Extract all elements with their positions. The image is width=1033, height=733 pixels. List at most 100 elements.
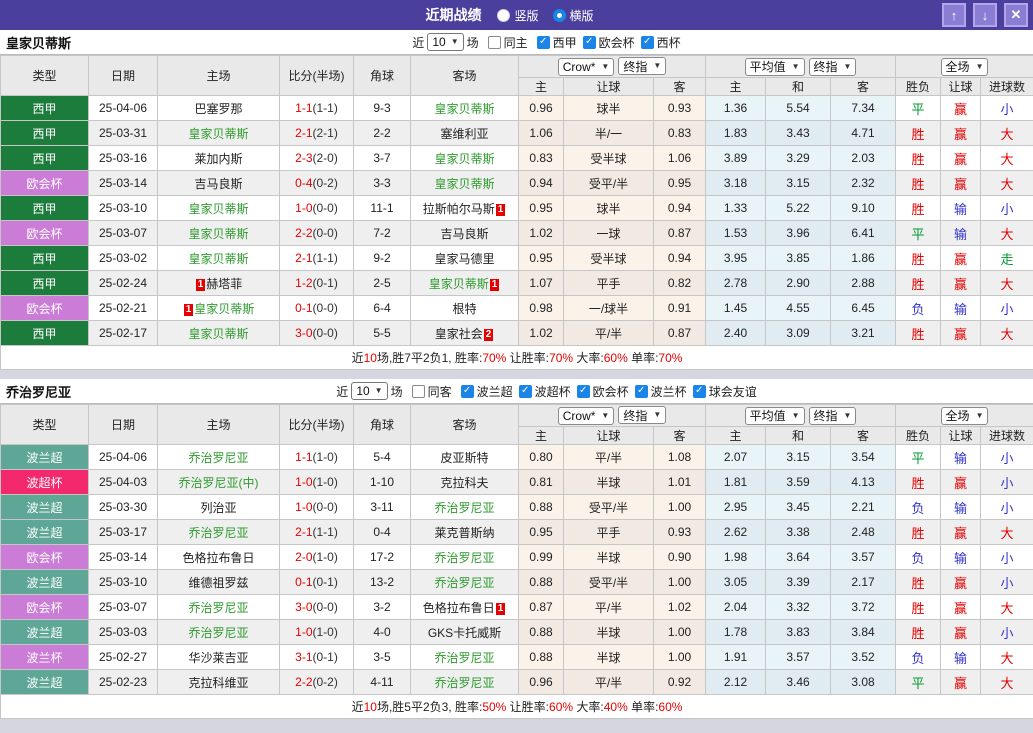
away-team: 莱克普斯纳 xyxy=(410,519,519,545)
league-badge: 西甲 xyxy=(0,145,89,171)
result-handicap: 赢 xyxy=(940,519,982,545)
red-card-badge: 1 xyxy=(495,602,506,615)
layout-radio-horizontal[interactable]: 横版 xyxy=(552,7,594,24)
col-score: 比分(半场) xyxy=(279,55,354,96)
col-odds-home: 主 xyxy=(518,77,564,96)
red-card-badge: 1 xyxy=(183,303,194,316)
red-card-badge: 1 xyxy=(495,203,506,216)
corner-count: 0-4 xyxy=(353,519,411,545)
team-label: 赫塔菲 xyxy=(206,276,243,291)
team-header-row: 皇家贝蒂斯 近 10 ▼ 场 同主 ✓ 西甲 ✓ 欧会杯 ✓ 西杯 xyxy=(0,30,1033,55)
corner-count: 3-2 xyxy=(353,594,411,620)
avg-draw: 3.29 xyxy=(765,145,831,171)
halftime-score: (0-2) xyxy=(312,176,338,190)
league-badge: 西甲 xyxy=(0,195,89,221)
league-filter-checkbox[interactable]: ✓ 波超杯 xyxy=(518,383,571,400)
team-label: 乔治罗尼亚(中) xyxy=(178,475,259,490)
match-count-select[interactable]: 10 ▼ xyxy=(427,33,464,51)
same-venue-checkbox[interactable]: 同主 xyxy=(487,34,528,51)
corner-count: 2-5 xyxy=(353,270,411,296)
avg-draw: 3.45 xyxy=(765,494,831,520)
layout-radio-vertical[interactable]: 竖版 xyxy=(497,7,539,24)
match-score: 0-4(0-2) xyxy=(279,170,354,196)
league-filter-checkbox[interactable]: ✓ 球会友谊 xyxy=(692,383,757,400)
avg-home: 2.62 xyxy=(705,519,766,545)
avg-away: 6.41 xyxy=(829,220,897,246)
odds-source-select[interactable]: Crow* ▼ xyxy=(557,57,615,76)
col-goals-result: 进球数 xyxy=(980,426,1033,445)
result-goals: 大 xyxy=(980,644,1033,670)
avg-source-select[interactable]: 平均值 ▼ xyxy=(744,406,805,425)
scope-select[interactable]: 全场 ▼ xyxy=(940,406,989,425)
result-handicap: 赢 xyxy=(940,594,982,620)
odds-period-select[interactable]: 终指 ▼ xyxy=(618,406,667,425)
team-label: 莱克普斯纳 xyxy=(434,525,495,540)
avg-home: 2.40 xyxy=(705,320,766,346)
move-down-button[interactable]: ↓ xyxy=(973,3,997,27)
away-team: 皮亚斯特 xyxy=(410,444,519,470)
match-date: 25-03-07 xyxy=(88,594,158,620)
match-score: 3-0(0-0) xyxy=(279,594,354,620)
filter-bar: 近 10 ▼ 场 同客 ✓ 波兰超 ✓ 波超杯 ✓ 欧会杯 ✓ 波兰杯 ✓ 球会友谊 xyxy=(336,382,757,400)
fulltime-score: 3-1 xyxy=(295,650,313,664)
league-filter-checkbox[interactable]: ✓ 波兰超 xyxy=(460,383,513,400)
result-outcome: 胜 xyxy=(895,145,942,171)
odds-away: 0.94 xyxy=(653,245,706,271)
league-filter-checkbox[interactable]: ✓ 欧会杯 xyxy=(582,34,635,51)
summary-text: 大率: xyxy=(573,351,604,365)
team-label: 克拉科夫 xyxy=(440,475,489,490)
corner-count: 3-5 xyxy=(353,644,411,670)
home-team: 1 皇家贝蒂斯 xyxy=(157,295,280,321)
match-date: 25-03-16 xyxy=(88,145,158,171)
match-date: 25-03-14 xyxy=(88,544,158,570)
handicap-line: 半球 xyxy=(563,469,654,495)
same-venue-checkbox[interactable]: 同客 xyxy=(411,383,452,400)
handicap-line: 一球 xyxy=(563,220,654,246)
avg-home: 1.81 xyxy=(705,469,766,495)
odds-period-value: 终指 xyxy=(623,59,648,74)
col-home: 主场 xyxy=(157,404,280,445)
up-arrow-icon: ↑ xyxy=(950,7,958,23)
league-filter-checkbox[interactable]: ✓ 西杯 xyxy=(640,34,681,51)
avg-source-select[interactable]: 平均值 ▼ xyxy=(744,57,805,76)
result-handicap: 赢 xyxy=(940,120,982,146)
avg-away: 3.72 xyxy=(829,594,897,620)
league-filter-checkbox[interactable]: ✓ 西甲 xyxy=(536,34,577,51)
match-row: 西甲 25-02-17 皇家贝蒂斯 3-0(0-0) 5-5 皇家社会 2 1.02 平/半 0.… xyxy=(0,320,1033,346)
home-team: 乔治罗尼亚 xyxy=(157,594,280,620)
avg-period-select[interactable]: 终指 ▼ xyxy=(808,406,857,425)
league-filter-checkbox[interactable]: ✓ 波兰杯 xyxy=(634,383,687,400)
result-handicap: 输 xyxy=(940,444,982,470)
team-section-home: 皇家贝蒂斯 近 10 ▼ 场 同主 ✓ 西甲 ✓ 欧会杯 ✓ 西杯 类型 日期 主场 xyxy=(0,30,1033,370)
away-team: 皇家贝蒂斯 xyxy=(410,170,519,196)
summary-text: 60% xyxy=(603,351,628,365)
avg-home: 2.78 xyxy=(705,270,766,296)
handicap-line: 受半球 xyxy=(563,245,654,271)
match-row: 波兰超 25-03-10 维德祖罗兹 0-1(0-1) 13-2 乔治罗尼亚 0.88 受平/… xyxy=(0,569,1033,595)
match-date: 25-02-24 xyxy=(88,270,158,296)
result-outcome: 胜 xyxy=(895,619,942,645)
avg-period-select[interactable]: 终指 ▼ xyxy=(808,57,857,76)
corner-count: 2-2 xyxy=(353,120,411,146)
league-filter-checkbox[interactable]: ✓ 欧会杯 xyxy=(576,383,629,400)
result-goals: 小 xyxy=(980,469,1033,495)
odds-away: 0.82 xyxy=(653,270,706,296)
move-up-button[interactable]: ↑ xyxy=(942,3,966,27)
scope-select[interactable]: 全场 ▼ xyxy=(940,57,989,76)
league-filter-label: 波超杯 xyxy=(534,384,571,399)
close-button[interactable]: ✕ xyxy=(1004,3,1028,27)
odds-source-select[interactable]: Crow* ▼ xyxy=(557,406,615,425)
avg-draw: 3.09 xyxy=(765,320,831,346)
odds-period-select[interactable]: 终指 ▼ xyxy=(618,57,667,76)
team-label: GKS卡托威斯 xyxy=(427,625,502,640)
result-goals: 小 xyxy=(980,295,1033,321)
away-team: 拉斯帕尔马斯 1 xyxy=(410,195,519,221)
fulltime-score: 0-1 xyxy=(295,301,313,315)
team-label: 维德祖罗兹 xyxy=(188,575,249,590)
home-team: 皇家贝蒂斯 xyxy=(157,120,280,146)
red-card-badge: 1 xyxy=(195,278,206,291)
match-score: 1-1(1-1) xyxy=(279,95,354,121)
away-team: 塞维利亚 xyxy=(410,120,519,146)
odds-away: 1.00 xyxy=(653,644,706,670)
match-count-select[interactable]: 10 ▼ xyxy=(351,382,388,400)
